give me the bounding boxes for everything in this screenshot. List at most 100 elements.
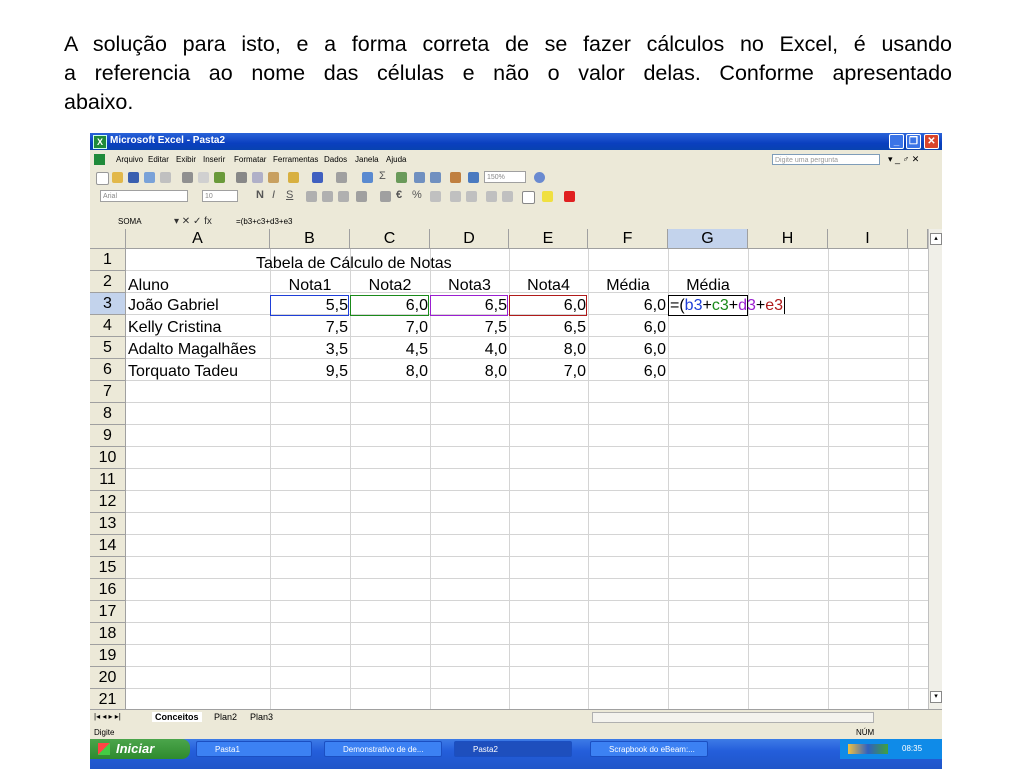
cell-n3[interactable]: 4,0 xyxy=(431,339,507,360)
menu-arquivo[interactable]: Arquivo xyxy=(116,155,143,164)
row-header-2[interactable]: 2 xyxy=(90,271,126,293)
task-scrapbook[interactable]: Scrapbook do eBeam:... xyxy=(590,741,708,757)
restore-button[interactable]: ❐ xyxy=(906,134,921,149)
sort-desc-icon[interactable] xyxy=(430,172,441,183)
cell-n1[interactable]: 3,5 xyxy=(272,339,348,360)
decrease-decimal-icon[interactable] xyxy=(466,191,477,202)
task-pasta1[interactable]: Pasta1 xyxy=(196,741,312,757)
spelling-icon[interactable] xyxy=(214,172,225,183)
sheet-tab-plan3[interactable]: Plan3 xyxy=(250,712,273,722)
menu-janela[interactable]: Janela xyxy=(355,155,379,164)
menu-exibir[interactable]: Exibir xyxy=(176,155,196,164)
column-header-a[interactable]: A xyxy=(126,229,270,249)
increase-decimal-icon[interactable] xyxy=(450,191,461,202)
close-button[interactable]: ✕ xyxy=(924,134,939,149)
underline-icon[interactable]: S xyxy=(286,189,293,201)
cell-n1[interactable]: 5,5 xyxy=(272,295,348,316)
cell-media[interactable]: 6,0 xyxy=(590,339,666,360)
row-header-7[interactable]: 7 xyxy=(90,381,126,403)
chart-wizard-icon[interactable] xyxy=(450,172,461,183)
fill-color-icon[interactable] xyxy=(542,191,553,202)
start-button[interactable]: Iniciar xyxy=(90,739,190,759)
formula-buttons[interactable]: ▾ ✕ ✓ fx xyxy=(174,216,212,227)
scroll-down-icon[interactable]: ▾ xyxy=(930,691,942,703)
select-all-corner[interactable] xyxy=(90,229,126,249)
font-color-icon[interactable] xyxy=(564,191,575,202)
bold-icon[interactable]: N xyxy=(256,189,264,201)
copy-icon[interactable] xyxy=(252,172,263,183)
column-header-partial[interactable] xyxy=(908,229,928,249)
row-header-16[interactable]: 16 xyxy=(90,579,126,601)
row-header-21[interactable]: 21 xyxy=(90,689,126,711)
redo-icon[interactable] xyxy=(336,172,347,183)
cell-aluno[interactable]: João Gabriel xyxy=(128,295,219,316)
cell-n2[interactable]: 7,0 xyxy=(352,317,428,338)
align-right-icon[interactable] xyxy=(338,191,349,202)
row-header-12[interactable]: 12 xyxy=(90,491,126,513)
ask-question-input[interactable]: Digite uma pergunta xyxy=(772,154,880,165)
formula-input[interactable]: =(b3+c3+d3+e3 xyxy=(236,217,293,226)
italic-icon[interactable]: I xyxy=(272,189,275,201)
header-nota3[interactable]: Nota3 xyxy=(430,275,509,296)
font-size-select[interactable]: 10 xyxy=(202,190,238,202)
cell-aluno[interactable]: Kelly Cristina xyxy=(128,317,221,338)
cell-media[interactable]: 6,0 xyxy=(590,361,666,382)
sort-asc-icon[interactable] xyxy=(414,172,425,183)
workbook-icon[interactable] xyxy=(94,154,105,165)
mail-icon[interactable] xyxy=(160,172,171,183)
row-header-17[interactable]: 17 xyxy=(90,601,126,623)
task-pasta2[interactable]: Pasta2 xyxy=(454,741,572,757)
cell-n3[interactable]: 7,5 xyxy=(431,317,507,338)
help-icon[interactable] xyxy=(534,172,545,183)
header-nota2[interactable]: Nota2 xyxy=(350,275,430,296)
scroll-up-icon[interactable]: ▴ xyxy=(930,233,942,245)
cell-media[interactable]: 6,0 xyxy=(590,317,666,338)
decrease-indent-icon[interactable] xyxy=(486,191,497,202)
new-icon[interactable] xyxy=(96,172,109,185)
cell-n4[interactable]: 6,5 xyxy=(510,317,586,338)
cell-n3[interactable]: 8,0 xyxy=(431,361,507,382)
sheet-tab-plan2[interactable]: Plan2 xyxy=(214,712,237,722)
cell-media[interactable]: 6,0 xyxy=(590,295,666,316)
active-cell-formula[interactable]: =(b3+c3+d3+e3 xyxy=(670,295,785,316)
horizontal-scrollbar[interactable] xyxy=(592,712,874,723)
cell-n2[interactable]: 6,0 xyxy=(352,295,428,316)
thousands-icon[interactable] xyxy=(430,191,441,202)
row-header-15[interactable]: 15 xyxy=(90,557,126,579)
document-controls[interactable]: ▾ _ ♂ ✕ xyxy=(888,154,919,165)
percent-icon[interactable]: % xyxy=(412,189,422,201)
row-header-19[interactable]: 19 xyxy=(90,645,126,667)
row-header-9[interactable]: 9 xyxy=(90,425,126,447)
vertical-scrollbar[interactable]: ▴ ▾ xyxy=(928,229,942,709)
row-header-14[interactable]: 14 xyxy=(90,535,126,557)
row-header-3[interactable]: 3 xyxy=(90,293,126,315)
header-aluno[interactable]: Aluno xyxy=(128,275,169,296)
column-header-e[interactable]: E xyxy=(509,229,588,249)
cell-n1[interactable]: 7,5 xyxy=(272,317,348,338)
menu-editar[interactable]: Editar xyxy=(148,155,169,164)
tab-nav-icons[interactable]: |◂ ◂ ▸ ▸| xyxy=(94,712,121,721)
zoom-select[interactable]: 150% xyxy=(484,171,526,183)
align-left-icon[interactable] xyxy=(306,191,317,202)
format-painter-icon[interactable] xyxy=(288,172,299,183)
tray-icons[interactable] xyxy=(848,744,888,754)
column-header-d[interactable]: D xyxy=(430,229,509,249)
table-title-cell[interactable]: Tabela de Cálculo de Notas xyxy=(256,253,452,274)
cell-aluno[interactable]: Adalto Magalhães xyxy=(128,339,256,360)
row-header-11[interactable]: 11 xyxy=(90,469,126,491)
header-media-g[interactable]: Média xyxy=(668,275,748,296)
header-media-f[interactable]: Média xyxy=(588,275,668,296)
cell-n3[interactable]: 6,5 xyxy=(431,295,507,316)
header-nota4[interactable]: Nota4 xyxy=(509,275,588,296)
open-icon[interactable] xyxy=(112,172,123,183)
autosum-icon[interactable]: Σ xyxy=(379,170,386,182)
cell-n2[interactable]: 8,0 xyxy=(352,361,428,382)
column-header-c[interactable]: C xyxy=(350,229,430,249)
save-icon[interactable] xyxy=(128,172,139,183)
borders-icon[interactable] xyxy=(522,191,535,204)
cell-n4[interactable]: 6,0 xyxy=(510,295,586,316)
hyperlink-icon[interactable] xyxy=(362,172,373,183)
row-header-4[interactable]: 4 xyxy=(90,315,126,337)
cell-aluno[interactable]: Torquato Tadeu xyxy=(128,361,238,382)
merge-center-icon[interactable] xyxy=(356,191,367,202)
